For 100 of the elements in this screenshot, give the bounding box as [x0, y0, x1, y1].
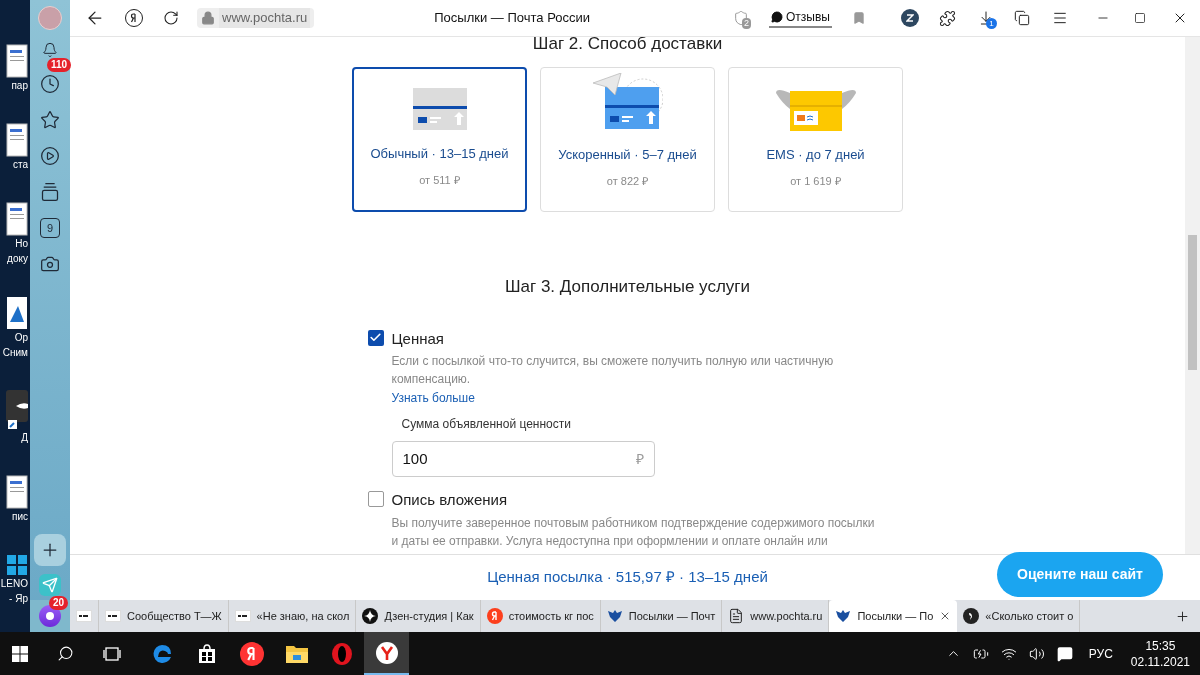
document-icon[interactable] — [6, 44, 28, 78]
delivery-option-title: EMS · до 7 дней — [766, 146, 865, 164]
tj-logo-icon — [105, 610, 121, 622]
clock-date: 02.11.2021 — [1130, 653, 1190, 670]
maximize-icon[interactable] — [1134, 12, 1146, 24]
task-view-icon[interactable] — [103, 645, 121, 662]
reviews-button[interactable]: Отзывы — [769, 8, 832, 28]
store-bag-icon — [196, 643, 217, 664]
desktop-icon-label: Ор — [14, 331, 28, 345]
desktop-icon-label: LENO — [0, 577, 28, 591]
desktop-icon-label: Сним — [2, 346, 28, 360]
counter-button[interactable]: 9 — [40, 218, 60, 238]
tab-title: www.pochta.ru — [750, 608, 823, 624]
history-icon[interactable] — [40, 74, 60, 94]
address-bar[interactable]: www.pochta.ru — [197, 8, 315, 28]
delivery-option-card[interactable]: Обычный · 13–15 дней от 511 ₽ — [352, 67, 527, 212]
document-icon[interactable] — [6, 475, 28, 509]
speech-bubble-icon — [963, 608, 980, 624]
extension-icon[interactable] — [939, 9, 956, 27]
tab-title: «Сколько стоит о — [985, 608, 1074, 624]
tab-title: «Не знаю, на скол — [256, 608, 350, 624]
shortcut-icon[interactable] — [6, 390, 28, 430]
browser-tab[interactable]: Посылки — По — [829, 600, 958, 632]
download-badge: 1 — [986, 18, 997, 29]
field-label: Сумма объявленной ценности — [401, 416, 572, 433]
volume-icon[interactable] — [1028, 645, 1045, 662]
parcel-icon — [412, 88, 467, 130]
menu-icon[interactable] — [1052, 10, 1068, 26]
bookmark-icon[interactable] — [852, 11, 866, 25]
document-icon[interactable] — [6, 202, 28, 236]
bell-icon[interactable] — [42, 42, 58, 58]
learn-more-link[interactable]: Узнать больше — [391, 389, 882, 407]
tab-title: Дзен-студия | Как — [384, 608, 474, 624]
notification-badge: 20 — [49, 596, 69, 610]
service-label: Опись вложения — [391, 490, 509, 510]
messenger-icon[interactable] — [39, 574, 61, 596]
image-file-icon[interactable] — [6, 296, 28, 330]
download-icon[interactable] — [978, 10, 994, 26]
play-icon[interactable] — [40, 146, 60, 166]
tj-logo-icon — [234, 610, 251, 622]
yandex-letter-icon — [130, 13, 138, 23]
checkbox[interactable] — [367, 491, 384, 507]
desktop-icon-label: доку — [7, 252, 28, 266]
lock-icon — [201, 11, 215, 25]
url-text: www.pochta.ru — [219, 8, 311, 28]
search-icon[interactable] — [57, 645, 74, 662]
checkbox[interactable] — [367, 329, 384, 346]
new-tab-icon[interactable] — [1175, 608, 1190, 624]
desktop-icon-label: Д — [21, 431, 28, 445]
collections-icon[interactable] — [1014, 10, 1030, 26]
step-heading: Шаг 3. Дополнительные услуги — [504, 276, 751, 298]
eagle-emblem-icon — [606, 608, 623, 624]
order-summary: Ценная посылка · 515,97 ₽ · 13–15 дней — [487, 567, 768, 588]
delivery-option-price: от 1 619 ₽ — [790, 173, 841, 189]
shield-badge: 2 — [742, 18, 752, 29]
document-icon[interactable] — [6, 123, 28, 157]
service-description: Вы получите заверенное почтовым работником подтверждение содержимого посылки и даты ее отправки. Услуга недоступна при оформлении и оплате онлайн или — [391, 514, 876, 550]
folder-icon — [284, 643, 309, 664]
delivery-option-title: Ускоренный · 5–7 дней — [558, 146, 697, 164]
currency-sign: ₽ — [635, 449, 644, 469]
taskbar-app-button[interactable] — [364, 632, 409, 675]
voice-assistant-icon[interactable] — [39, 605, 61, 627]
delivery-option-price: от 511 ₽ — [419, 172, 460, 188]
language-indicator[interactable]: РУС — [1088, 644, 1113, 663]
add-panel-button[interactable] — [34, 534, 66, 566]
shield-icon[interactable] — [733, 10, 750, 26]
camera-icon[interactable] — [40, 254, 60, 274]
start-icon[interactable] — [12, 645, 28, 662]
page-title: Посылки — Почта России — [434, 9, 590, 28]
windows-logo-icon[interactable] — [6, 554, 28, 576]
opera-logo-icon — [330, 641, 353, 666]
service-description: Если с посылкой что-то случится, вы сможете получить полную или частичную компенсацию. — [391, 353, 835, 388]
desktop-icon-label: пис — [12, 510, 28, 524]
delivery-option-card[interactable]: EMS · до 7 дней от 1 619 ₽ — [728, 67, 903, 212]
desktop-icon-label: - Яр — [9, 592, 28, 606]
delivery-option-card[interactable]: Ускоренный · 5–7 дней от 822 ₽ — [540, 67, 715, 212]
z-extension-icon[interactable] — [901, 9, 919, 27]
field-value: 100 — [402, 448, 428, 469]
tj-logo-icon — [76, 610, 92, 622]
tab-title: Посылки — По — [857, 608, 934, 624]
service-label: Ценная — [391, 328, 445, 349]
notification-badge: 110 — [47, 58, 72, 72]
tab-title: стоимость кг пос — [508, 608, 594, 624]
reload-icon[interactable] — [163, 10, 179, 26]
declared-value-field[interactable]: 100 ₽ — [391, 441, 655, 477]
zen-logo-icon — [362, 608, 379, 624]
scrollbar-thumb[interactable] — [1188, 235, 1197, 370]
winged-parcel-icon — [775, 87, 856, 131]
star-icon[interactable] — [40, 110, 60, 130]
desktop-icon-label: Но — [15, 237, 28, 251]
tab-title: Посылки — Почт — [628, 608, 716, 624]
tab-title: Сообщество Т—Ж — [127, 608, 222, 624]
cards-icon[interactable] — [40, 182, 60, 202]
yandex-logo-icon — [239, 641, 264, 666]
eagle-emblem-icon — [835, 608, 852, 624]
clock-time: 15:35 — [1145, 637, 1176, 654]
desktop-icon-label: ста — [12, 158, 28, 172]
yandex-logo-icon — [486, 608, 503, 624]
notifications-icon[interactable] — [1056, 645, 1073, 662]
delivery-option-price: от 822 ₽ — [606, 173, 649, 189]
